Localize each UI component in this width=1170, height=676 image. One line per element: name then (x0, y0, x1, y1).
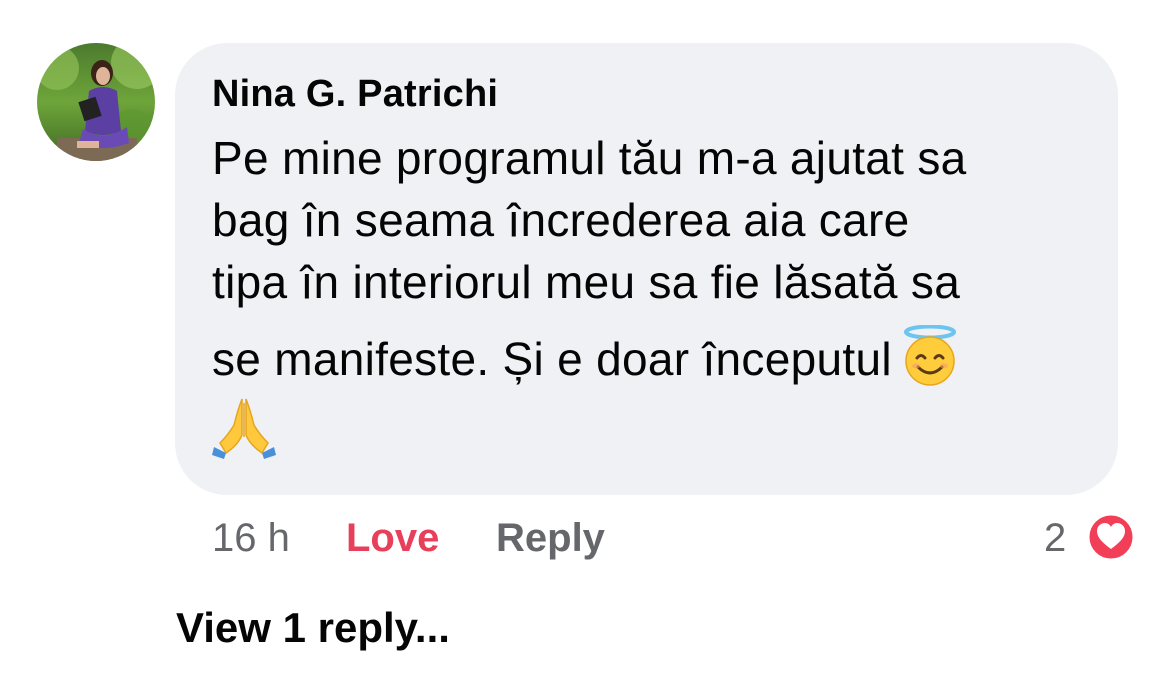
comment-line: Pe mine programul tău m-a ajutat sa (212, 132, 967, 184)
comment-line-last: se manifeste. Și e doar începutul (212, 324, 1092, 387)
reply-button[interactable]: Reply (496, 514, 605, 562)
reaction-count[interactable]: 2 (1044, 514, 1066, 562)
comment-line: tipa în interiorul meu sa fie lăsată sa (212, 256, 961, 308)
love-button[interactable]: Love (346, 514, 439, 562)
comment-line: bag în seama încrederea aia care (212, 194, 910, 246)
folded-hands-icon (212, 395, 1092, 474)
comment-body: Pe mine programul tău m-a ajutat sa bag … (212, 127, 1092, 474)
avatar[interactable] (37, 43, 155, 161)
view-replies-link[interactable]: View 1 reply... (176, 604, 450, 652)
comment-line: se manifeste. Și e doar începutul (212, 333, 892, 385)
smiling-face-with-halo-icon (900, 324, 960, 402)
comment-author[interactable]: Nina G. Patrichi (212, 72, 498, 116)
heart-icon[interactable] (1086, 512, 1136, 562)
avatar-photo (37, 43, 155, 161)
comment-timestamp[interactable]: 16 h (212, 514, 290, 562)
